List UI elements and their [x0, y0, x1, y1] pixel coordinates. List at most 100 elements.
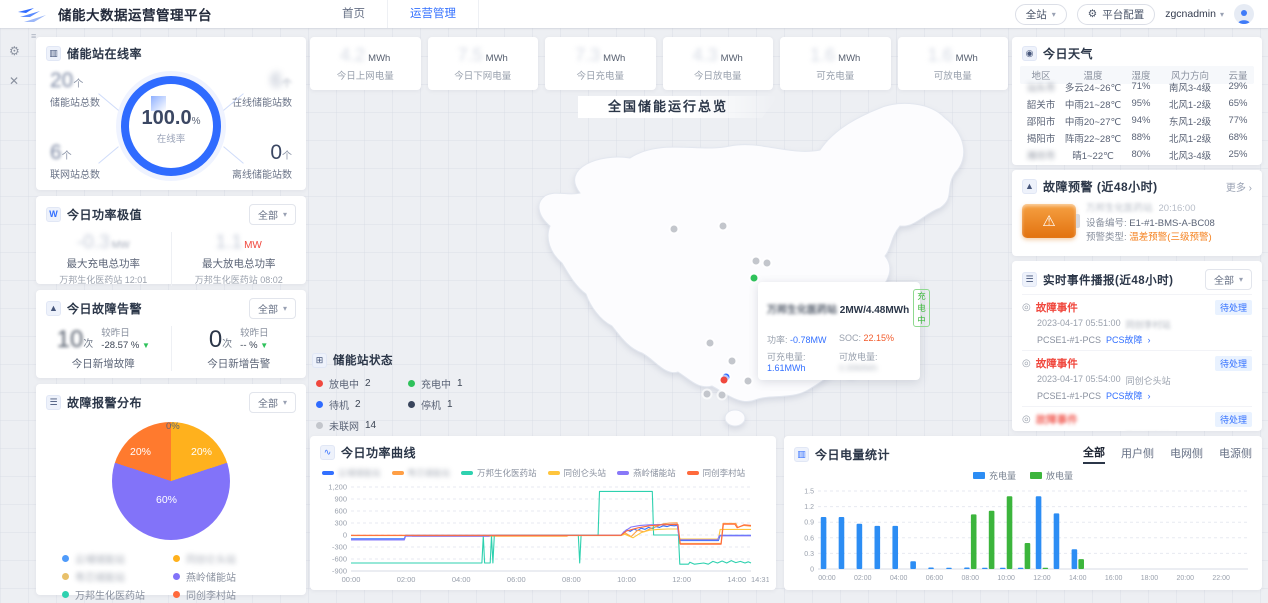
svg-text:12:00: 12:00 — [672, 575, 691, 584]
legend-item[interactable]: 粤芯储能站 — [392, 467, 451, 479]
event-icon: ◎ — [1022, 414, 1031, 425]
warning-triangle-icon: ⚠ — [1042, 214, 1055, 229]
panel-title: 今日电量统计 — [815, 446, 890, 463]
status-dot-icon — [316, 380, 323, 387]
station-dot[interactable] — [719, 392, 726, 399]
legend-dot-icon — [173, 591, 180, 598]
status-legend-item[interactable]: 待机 2 — [316, 397, 408, 412]
station-dot[interactable] — [751, 275, 758, 282]
panel-events: ☰ 实时事件播报(近48小时) 全部▾ ◎ 故障事件 待处理 2023-04-1… — [1012, 261, 1262, 431]
scope-selector[interactable]: 全站 ▾ — [1015, 4, 1067, 25]
station-tooltip: 万邦生化医药站 2MW/4.48MWh 充电中 功率: -0.78MW SOC:… — [758, 282, 920, 380]
energy-tab[interactable]: 电网侧 — [1170, 445, 1203, 463]
station-dot[interactable] — [764, 260, 771, 267]
station-dot[interactable] — [745, 378, 752, 385]
legend-dot-icon — [62, 573, 69, 580]
fault-link[interactable]: PCS故障 — [1106, 389, 1143, 402]
legend-item[interactable]: 同创李村站 — [687, 467, 746, 479]
svg-text:08:00: 08:00 — [562, 575, 581, 584]
pending-badge[interactable]: 待处理 — [1215, 412, 1252, 427]
svg-text:-600: -600 — [332, 555, 347, 564]
stat-online-stations: 6个 在线储能站数 — [232, 69, 292, 109]
legend-item[interactable]: 同创仑头站 — [548, 467, 607, 479]
legend-item[interactable]: 同创李村站 — [173, 586, 284, 602]
energy-tab[interactable]: 电源侧 — [1219, 445, 1252, 463]
svg-text:10:00: 10:00 — [997, 575, 1015, 582]
avatar[interactable] — [1234, 4, 1254, 24]
curve-legend: 云埔储能站 粤芯储能站 万邦生化医药站 同创仑头站 — [310, 466, 776, 479]
chevron-down-icon: ▾ — [1220, 10, 1224, 19]
pending-badge[interactable]: 待处理 — [1215, 300, 1252, 315]
status-legend-item[interactable]: 放电中 2 — [316, 376, 408, 391]
legend-item[interactable]: 粤芯储能站 — [62, 568, 173, 584]
svg-text:16:00: 16:00 — [1105, 575, 1123, 582]
max-discharge-power: 1.1MW 最大放电总功率 万邦生化医药站 08:02 — [172, 232, 307, 286]
distribution-filter-select[interactable]: 全部▾ — [249, 392, 296, 413]
panel-title: 故障报警分布 — [67, 394, 142, 411]
pending-badge[interactable]: 待处理 — [1215, 356, 1252, 371]
legend-dot-icon — [173, 555, 180, 562]
panel-icon: ☰ — [46, 395, 61, 410]
legend-item[interactable]: 同创仑头站 — [173, 550, 284, 566]
panel-icon: ▲ — [46, 301, 61, 316]
legend-item[interactable]: 万邦生化医药站 — [62, 586, 173, 602]
chevron-down-icon: ▾ — [283, 304, 287, 313]
power-curve-chart: 1,2009006003000-300-600-90000:0002:0004:… — [317, 481, 769, 585]
panel-title: 今日天气 — [1043, 45, 1093, 62]
svg-text:22:00: 22:00 — [1212, 575, 1230, 582]
panel-icon: ▲ — [1022, 179, 1037, 194]
energy-tab[interactable]: 用户侧 — [1121, 445, 1154, 463]
status-legend-item[interactable]: 停机 1 — [408, 397, 478, 412]
legend-item[interactable]: 放电量 — [1030, 469, 1073, 482]
status-legend-item[interactable]: 未联网 14 — [316, 418, 408, 433]
station-dot[interactable] — [721, 377, 728, 384]
online-rate-gauge: 100.0% 在线率 — [121, 76, 221, 176]
legend-title: 储能站状态 — [333, 352, 393, 368]
svg-text:14:00: 14:00 — [1069, 575, 1087, 582]
status-dot-icon — [408, 401, 415, 408]
user-menu[interactable]: zgcnadmin ▾ — [1165, 8, 1224, 20]
legend-item[interactable]: 万邦生化医药站 — [461, 467, 537, 479]
station-dot[interactable] — [704, 391, 711, 398]
station-dot[interactable] — [720, 223, 727, 230]
station-dot[interactable] — [671, 226, 678, 233]
arrow-right-icon[interactable]: › — [1148, 335, 1151, 345]
header-tab[interactable]: 首页 — [320, 0, 387, 28]
alarms-filter-select[interactable]: 全部▾ — [249, 298, 296, 319]
platform-config-button[interactable]: ⚙ 平台配置 — [1077, 4, 1155, 25]
fault-link[interactable]: PCS故障 — [1106, 333, 1143, 346]
arrow-right-icon[interactable]: › — [1148, 391, 1151, 401]
legend-item[interactable]: 燕岭储能站 — [617, 467, 676, 479]
legend-item[interactable]: 充电量 — [973, 469, 1016, 482]
svg-text:300: 300 — [334, 519, 347, 528]
panel-weather: ◉ 今日天气 地区温度 湿度风力方向 云量 汕头市 多云24~26℃ 71% 南… — [1012, 37, 1262, 165]
more-link[interactable]: 更多 › — [1226, 179, 1252, 194]
station-dot[interactable] — [753, 258, 760, 265]
header-tab[interactable]: 运营管理 — [387, 0, 479, 28]
panel-icon: ▥ — [794, 447, 809, 462]
station-status-legend: ⊞ 储能站状态 放电中 2 充电中 1 — [312, 352, 502, 433]
gear-icon[interactable]: ⚙ — [9, 44, 20, 58]
panel-icon: ☰ — [1022, 272, 1037, 287]
energy-tabs: 全部 用户侧 电网侧 电源侧 — [1083, 444, 1252, 464]
extremes-filter-select[interactable]: 全部▾ — [249, 204, 296, 225]
events-filter-select[interactable]: 全部▾ — [1205, 269, 1252, 290]
legend-item[interactable]: 云埔储能站 — [322, 467, 381, 479]
svg-text:600: 600 — [334, 507, 347, 516]
new-alarms-stat: 0次 较昨日 -- % ▼ 今日新增告警 — [172, 326, 307, 371]
legend-square-icon — [973, 472, 985, 479]
station-dot[interactable] — [707, 340, 714, 347]
stat-card: 1.6MWh 可充电量 — [780, 37, 891, 90]
station-dot[interactable] — [729, 358, 736, 365]
svg-text:02:00: 02:00 — [854, 575, 872, 582]
energy-tab[interactable]: 全部 — [1083, 444, 1105, 464]
status-dot-icon — [316, 422, 323, 429]
status-legend-item[interactable]: 充电中 1 — [408, 376, 478, 391]
close-icon[interactable]: ✕ — [9, 74, 19, 88]
weather-row: 汕头市 多云24~26℃ 71% 南风3-4级 29% — [1020, 78, 1254, 95]
pie-label: 20% — [130, 446, 151, 458]
weather-row: 邵阳市 中雨20~27℃ 94% 东风1-2级 77% — [1020, 112, 1254, 129]
legend-item[interactable]: 云埔储能站 — [62, 550, 173, 566]
legend-item[interactable]: 燕岭储能站 — [173, 568, 284, 584]
panel-title: 实时事件播报(近48小时) — [1043, 272, 1173, 288]
